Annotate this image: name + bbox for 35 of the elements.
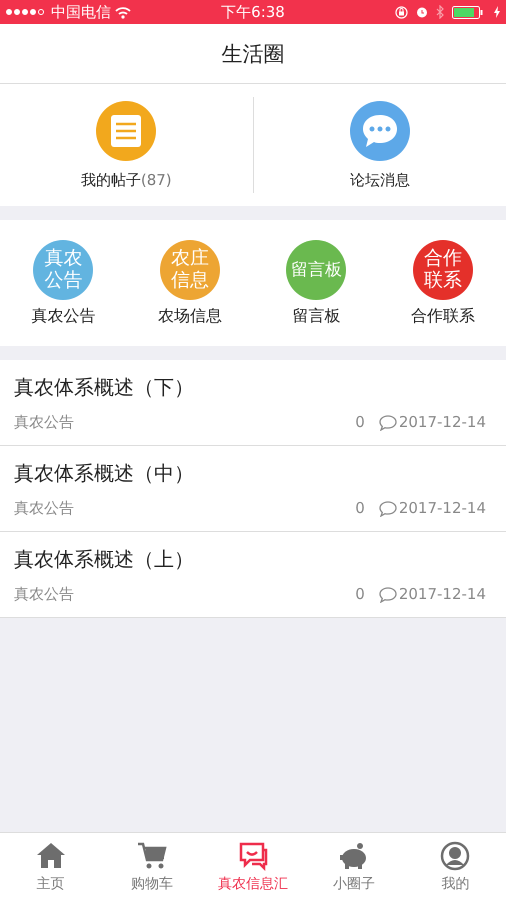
category-logo[interactable]: 合作 联系 (412, 240, 473, 300)
page-title: 生活圈 (222, 40, 284, 68)
chat-icon (238, 840, 268, 870)
document-icon (96, 100, 156, 160)
carrier-name: 中国电信 (51, 2, 111, 22)
category-label: 合作联系 (410, 306, 475, 326)
signal-strength-icon (6, 9, 44, 15)
chat-bubble-icon (350, 100, 410, 160)
tab-button[interactable]: 真农信息汇 (202, 833, 304, 900)
alarm-icon (416, 6, 428, 18)
category-logo[interactable]: 真农 公告 (33, 240, 94, 300)
menu-link[interactable]: 论坛消息 (350, 170, 410, 190)
tab-button[interactable]: 我的 (404, 833, 506, 900)
tab-button[interactable]: 小圈子 (304, 833, 405, 900)
post-item[interactable]: 真农体系概述（上） 真农公告 0 2017-12-14 (0, 532, 506, 618)
menu-link[interactable]: 我的帖子(87) (80, 170, 172, 190)
tab-button[interactable]: 主页 (0, 833, 102, 900)
user-icon (440, 840, 470, 870)
bluetooth-icon (436, 5, 444, 19)
category-label: 真农公告 (31, 306, 96, 326)
tab-button[interactable]: 购物车 (101, 833, 202, 900)
lock-rotation-icon (395, 6, 408, 18)
comment-icon (378, 414, 397, 430)
category-label: 留言板 (292, 306, 340, 326)
category-logo[interactable]: 留言板 (286, 240, 346, 300)
comment-icon (378, 500, 397, 516)
post-item[interactable]: 真农体系概述（下） 真农公告 0 2017-12-14 (0, 360, 506, 446)
home-icon (36, 840, 66, 870)
comment-icon (378, 586, 397, 602)
charging-icon (494, 6, 500, 18)
category-label: 农场信息 (158, 306, 222, 326)
post-item[interactable]: 真农体系概述（中） 真农公告 0 2017-12-14 (0, 446, 506, 532)
cart-icon (136, 840, 167, 870)
wifi-icon (115, 6, 131, 18)
clock: 下午6:38 (221, 2, 285, 22)
